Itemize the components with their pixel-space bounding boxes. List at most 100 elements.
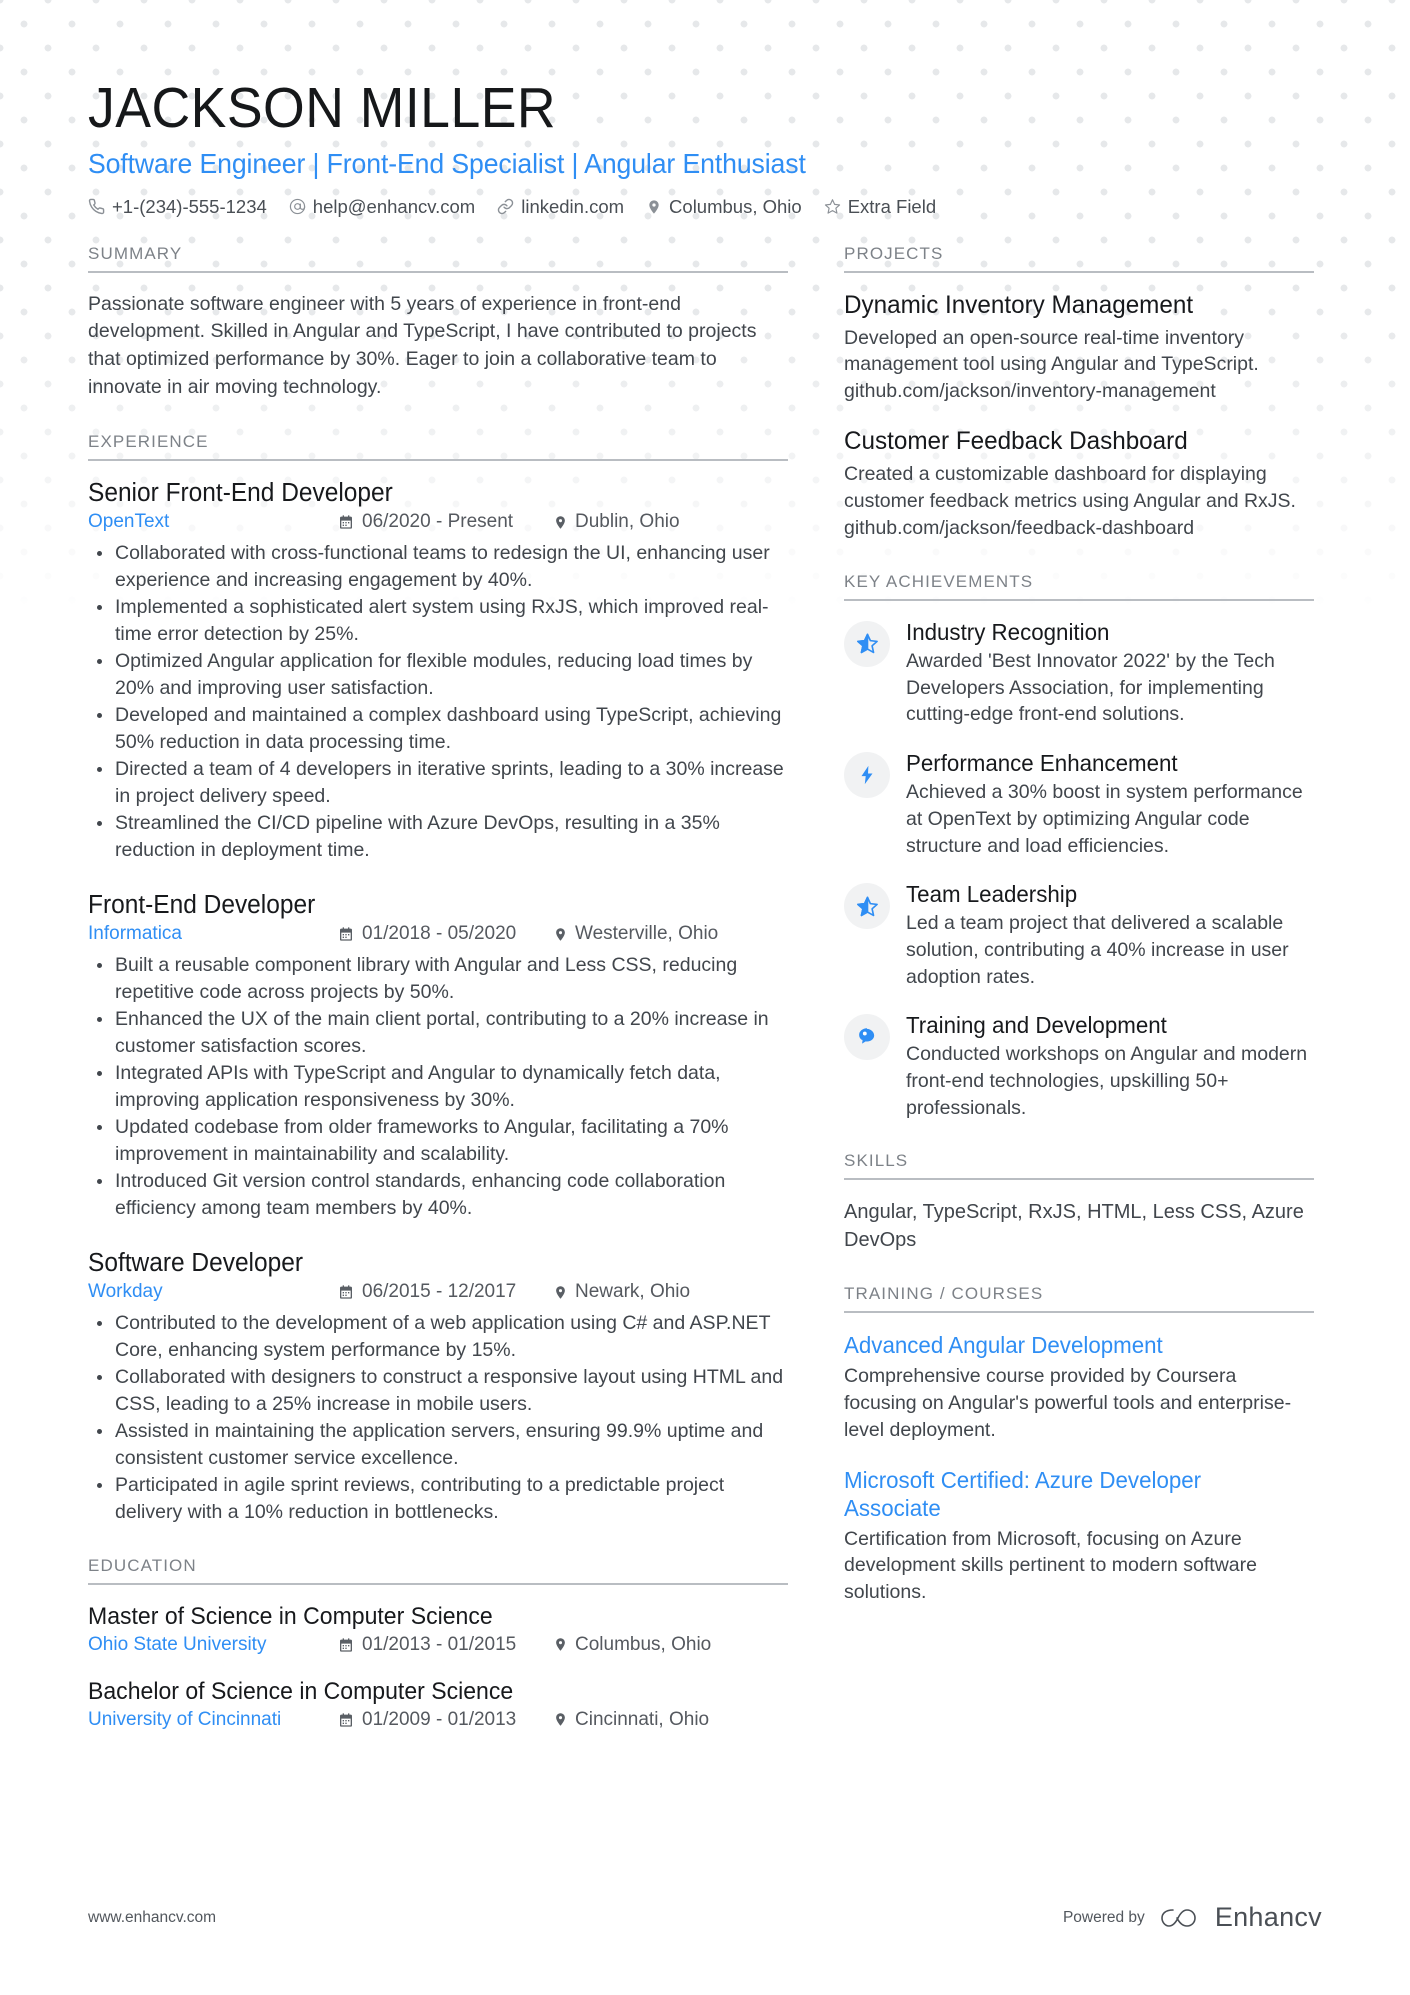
resume-page: JACKSON MILLER Software Engineer | Front… [0,0,1410,1995]
education-dates: 01/2009 - 01/2013 [338,1709,553,1731]
job-bullet: Introduced Git version control standards… [88,1168,788,1221]
project-item: Dynamic Inventory Management Developed a… [844,291,1314,406]
location-icon [553,927,568,942]
education-heading: EDUCATION [88,1556,788,1585]
course-description: Comprehensive course provided by Courser… [844,1365,1292,1441]
contact-location-text: Columbus, Ohio [669,195,802,217]
contact-bar: +1-(234)-555-1234 help@enhancv.com linke… [88,196,1322,218]
job-location-text: Newark, Ohio [575,1281,691,1303]
calendar-icon [338,514,354,530]
lightning-bolt-icon [856,764,878,786]
star-badge-icon [856,632,879,655]
job-bullet: Streamlined the CI/CD pipeline with Azur… [88,810,788,863]
achievement-body: Training and Development Conducted works… [906,1012,1314,1121]
job-bullet: Enhanced the UX of the main client porta… [88,1006,788,1059]
enhancv-logo-icon [1159,1904,1201,1932]
achievement-description: Awarded 'Best Innovator 2022' by the Tec… [906,649,1275,726]
job-bullet: Built a reusable component library with … [88,952,788,1005]
education-location-text: Columbus, Ohio [575,1633,712,1655]
star-badge-icon [856,895,879,918]
job-bullet: Collaborated with designers to construct… [88,1364,788,1417]
job-title: Senior Front-End Developer [88,479,393,508]
project-description: Developed an open-source real-time inven… [844,326,1259,403]
education-degree: Bachelor of Science in Computer Science [88,1677,514,1705]
job-company[interactable]: Informatica [88,923,338,945]
job-meta: Workday 06/2015 - 12/2017 Newark, Ohio [88,1281,788,1303]
footer-powered-by: Powered by [1062,1908,1145,1926]
location-icon [553,1637,568,1652]
experience-item: Software Developer Workday 06/2015 - 12/… [88,1249,788,1525]
location-icon [553,1285,568,1300]
course-title[interactable]: Microsoft Certified: Azure Developer Ass… [844,1466,1300,1522]
achievement-title: Industry Recognition [906,618,1110,645]
job-location: Dublin, Ohio [553,511,680,533]
achievement-badge [844,883,890,930]
project-description: Created a customizable dashboard for dis… [844,463,1296,540]
job-company[interactable]: OpenText [88,511,338,533]
job-bullet: Integrated APIs with TypeScript and Angu… [88,1060,788,1113]
achievement-item: Industry Recognition Awarded 'Best Innov… [844,619,1314,728]
skills-heading: SKILLS [844,1151,1314,1181]
education-school[interactable]: University of Cincinnati [88,1709,338,1731]
left-column: SUMMARY Passionate software engineer wit… [88,244,788,1761]
achievement-title: Training and Development [906,1012,1167,1039]
course-item: Advanced Angular Development Comprehensi… [844,1331,1314,1443]
skills-text: Angular, TypeScript, RxJS, HTML, Less CS… [844,1201,1304,1252]
job-company[interactable]: Workday [88,1281,338,1303]
job-title: Software Developer [88,1249,303,1278]
footer-brand-name: Enhancv [1214,1902,1322,1932]
training-section: TRAINING / COURSES Advanced Angular Deve… [844,1284,1314,1605]
summary-section: SUMMARY Passionate software engineer wit… [88,244,788,403]
job-bullet: Participated in agile sprint reviews, co… [88,1472,788,1525]
education-meta: University of Cincinnati 01/2009 - 01/20… [88,1709,788,1731]
experience-item: Senior Front-End Developer OpenText 06/2… [88,479,788,863]
contact-location[interactable]: Columbus, Ohio [646,196,802,218]
achievements-heading: KEY ACHIEVEMENTS [844,572,1314,601]
job-bullet: Developed and maintained a complex dashb… [88,702,788,755]
location-icon [646,199,662,215]
resume-header: JACKSON MILLER Software Engineer | Front… [88,0,1322,218]
email-icon [289,198,306,215]
job-bullet: Directed a team of 4 developers in itera… [88,756,788,809]
job-dates-text: 06/2015 - 12/2017 [362,1281,517,1303]
contact-link[interactable]: linkedin.com [497,196,624,218]
project-title: Dynamic Inventory Management [844,290,1194,319]
achievement-item: Training and Development Conducted works… [844,1012,1314,1121]
skills-section: SKILLS Angular, TypeScript, RxJS, HTML, … [844,1151,1314,1254]
achievements-section: KEY ACHIEVEMENTS Industry Recognition Aw… [844,572,1314,1121]
education-degree: Master of Science in Computer Science [88,1602,493,1630]
contact-extra-field-text: Extra Field [847,195,937,217]
education-dates-text: 01/2013 - 01/2015 [362,1633,517,1655]
job-location: Westerville, Ohio [553,923,718,945]
achievement-item: Team Leadership Led a team project that … [844,881,1314,990]
contact-email[interactable]: help@enhancv.com [289,196,475,218]
achievement-body: Team Leadership Led a team project that … [906,881,1314,990]
star-icon [824,198,841,215]
experience-heading: EXPERIENCE [88,432,788,462]
job-bullet: Contributed to the development of a web … [88,1310,788,1363]
course-item: Microsoft Certified: Azure Developer Ass… [844,1466,1314,1606]
job-bullet: Collaborated with cross-functional teams… [88,540,788,593]
education-item: Master of Science in Computer Science Oh… [88,1603,788,1656]
achievement-badge [844,1014,890,1061]
achievement-description: Led a team project that delivered a scal… [906,912,1289,988]
contact-extra-field[interactable]: Extra Field [824,196,936,218]
job-bullet: Implemented a sophisticated alert system… [88,594,788,647]
footer-url[interactable]: www.enhancv.com [88,1909,216,1927]
contact-phone[interactable]: +1-(234)-555-1234 [88,196,267,218]
summary-heading: SUMMARY [88,244,788,273]
education-school[interactable]: Ohio State University [88,1634,338,1656]
summary-text: Passionate software engineer with 5 year… [88,292,757,399]
achievement-badge [844,752,890,799]
link-icon [497,198,514,215]
job-location-text: Dublin, Ohio [575,511,680,533]
footer-branding: Powered by Enhancv [1063,1902,1322,1933]
education-item: Bachelor of Science in Computer Science … [88,1678,788,1731]
job-location-text: Westerville, Ohio [575,923,719,945]
course-description: Certification from Microsoft, focusing o… [844,1527,1257,1604]
course-title[interactable]: Advanced Angular Development [844,1331,1300,1359]
calendar-icon [338,1637,354,1653]
job-dates: 06/2020 - Present [338,511,553,533]
candidate-headline: Software Engineer | Front-End Specialist… [88,147,806,179]
job-dates-text: 01/2018 - 05/2020 [362,923,517,945]
